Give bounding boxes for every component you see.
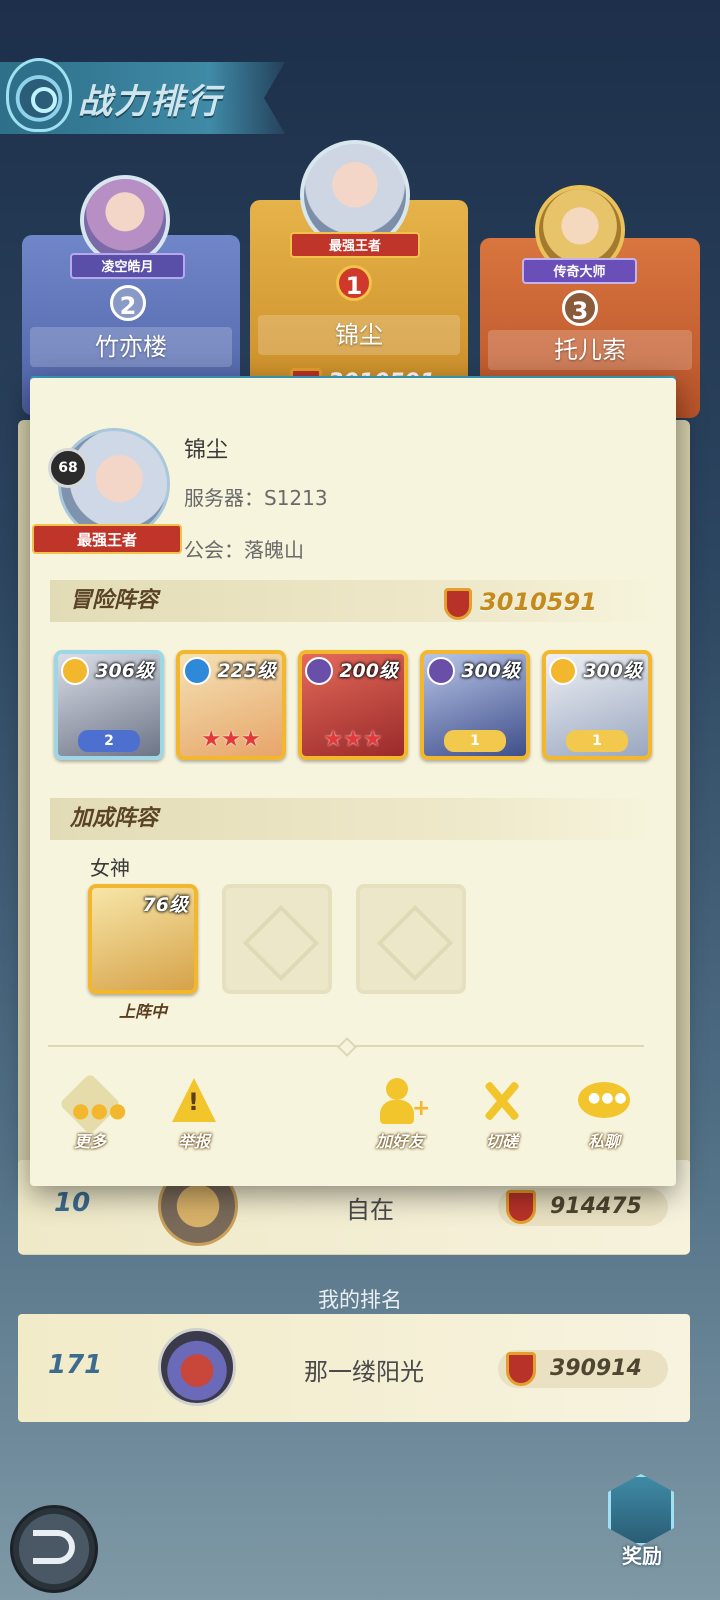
goddess-status: 上阵中 <box>118 1002 167 1021</box>
empty-goddess-slot[interactable] <box>222 884 332 994</box>
duel-label: 切磋 <box>485 1132 518 1151</box>
page-title: 战力排行 <box>78 82 222 122</box>
crossed-swords-icon <box>474 1078 530 1126</box>
bonus-section-title: 加成阵容 <box>70 806 159 831</box>
chat-bubble-icon: ●●● <box>576 1078 632 1126</box>
player-guild: 公会：落魄山 <box>184 534 304 563</box>
element-icon <box>305 657 333 685</box>
modal-divider <box>48 1045 644 1047</box>
podium-second-name: 竹亦楼 <box>30 327 232 367</box>
report-button[interactable]: ! 举报 <box>154 1078 234 1152</box>
back-button[interactable] <box>10 1505 98 1593</box>
ranking-row-name: 自在 <box>346 1196 394 1224</box>
hero-rank-badge: 1 <box>566 730 628 752</box>
ranking-row-score: 914475 <box>550 1194 642 1219</box>
adventure-power: 3010591 <box>480 588 597 616</box>
ranking-row-rank: 10 <box>54 1188 91 1218</box>
podium-third-rank: 3 <box>562 290 598 326</box>
hero-card[interactable]: 300级 1 <box>420 650 530 760</box>
more-icon: ●●● <box>58 1072 126 1136</box>
hero-level: 225级 <box>217 660 276 682</box>
player-title-ribbon: 最强王者 <box>32 524 182 554</box>
rewards-label: 奖励 <box>622 1544 662 1568</box>
player-info-modal: 68 最强王者 锦尘 服务器：S1213 公会：落魄山 冒险阵容 3010591… <box>30 378 676 1186</box>
adventure-section-title: 冒险阵容 <box>70 588 159 613</box>
adventure-hero-row: 306级 2 225级 ★★★ 200级 ★★★ 300级 1 300级 1 <box>54 650 654 770</box>
server-value: S1213 <box>264 486 328 510</box>
element-icon <box>61 657 89 685</box>
my-rank-number: 171 <box>48 1350 103 1380</box>
crown-icon <box>608 1474 674 1546</box>
hero-stars: ★★★ <box>201 727 261 752</box>
power-shield-icon <box>444 588 472 620</box>
bonus-section-header: 加成阵容 <box>50 798 656 840</box>
add-friend-label: 加好友 <box>375 1132 424 1151</box>
podium-third-name: 托儿索 <box>488 330 692 370</box>
element-icon <box>183 657 211 685</box>
goddess-card[interactable]: 76级 <box>88 884 198 994</box>
report-label: 举报 <box>177 1132 210 1151</box>
guild-value: 落魄山 <box>244 538 304 562</box>
my-rank-row[interactable]: 171 那一缕阳光 390914 <box>18 1314 690 1422</box>
chat-label: 私聊 <box>587 1132 620 1151</box>
hero-card[interactable]: 225级 ★★★ <box>176 650 286 760</box>
rewards-button[interactable]: 奖励 <box>604 1474 680 1582</box>
podium-second-title: 凌空皓月 <box>70 253 185 279</box>
add-friend-icon: + <box>372 1078 430 1126</box>
my-score: 390914 <box>550 1356 642 1381</box>
hero-rank-badge: 1 <box>444 730 506 752</box>
hero-stars: ★★★ <box>323 727 383 752</box>
player-level-badge: 68 <box>48 448 88 488</box>
warning-icon: ! <box>166 1078 222 1126</box>
chat-button[interactable]: ●●● 私聊 <box>564 1078 644 1152</box>
my-name: 那一缕阳光 <box>304 1358 424 1386</box>
element-icon <box>427 657 455 685</box>
player-name: 锦尘 <box>184 438 229 463</box>
podium-first-rank: 1 <box>336 265 372 301</box>
podium-second-rank: 2 <box>110 285 146 321</box>
element-icon <box>549 657 577 685</box>
my-rank-heading: 我的排名 <box>318 1288 402 1312</box>
podium-first-title: 最强王者 <box>290 232 420 258</box>
ranking-row-score-pill: 914475 <box>498 1188 668 1226</box>
podium-third-title: 传奇大师 <box>522 258 637 284</box>
podium-first-name: 锦尘 <box>258 315 460 355</box>
power-shield-icon <box>506 1190 536 1224</box>
hero-level: 306级 <box>95 660 154 682</box>
rank-emblem-icon <box>6 58 72 132</box>
empty-goddess-slot[interactable] <box>356 884 466 994</box>
server-label: 服务器： <box>184 486 264 510</box>
goddess-level: 76级 <box>142 894 188 916</box>
hero-level: 200级 <box>339 660 398 682</box>
duel-button[interactable]: 切磋 <box>462 1078 542 1152</box>
hero-card[interactable]: 306级 2 <box>54 650 164 760</box>
hero-level: 300级 <box>583 660 642 682</box>
power-shield-icon <box>506 1352 536 1386</box>
player-server: 服务器：S1213 <box>184 482 328 511</box>
guild-label: 公会： <box>184 538 244 562</box>
back-arrow-icon <box>33 1530 75 1564</box>
hero-level: 300级 <box>461 660 520 682</box>
my-avatar <box>158 1328 236 1406</box>
my-score-pill: 390914 <box>498 1350 668 1388</box>
hero-card[interactable]: 300级 1 <box>542 650 652 760</box>
podium-second-avatar[interactable] <box>80 175 170 265</box>
hero-card[interactable]: 200级 ★★★ <box>298 650 408 760</box>
goddess-label: 女神 <box>90 856 130 880</box>
more-button[interactable]: ●●● 更多 <box>50 1072 130 1152</box>
add-friend-button[interactable]: + 加好友 <box>360 1078 440 1152</box>
hero-rank-badge: 2 <box>78 730 140 752</box>
